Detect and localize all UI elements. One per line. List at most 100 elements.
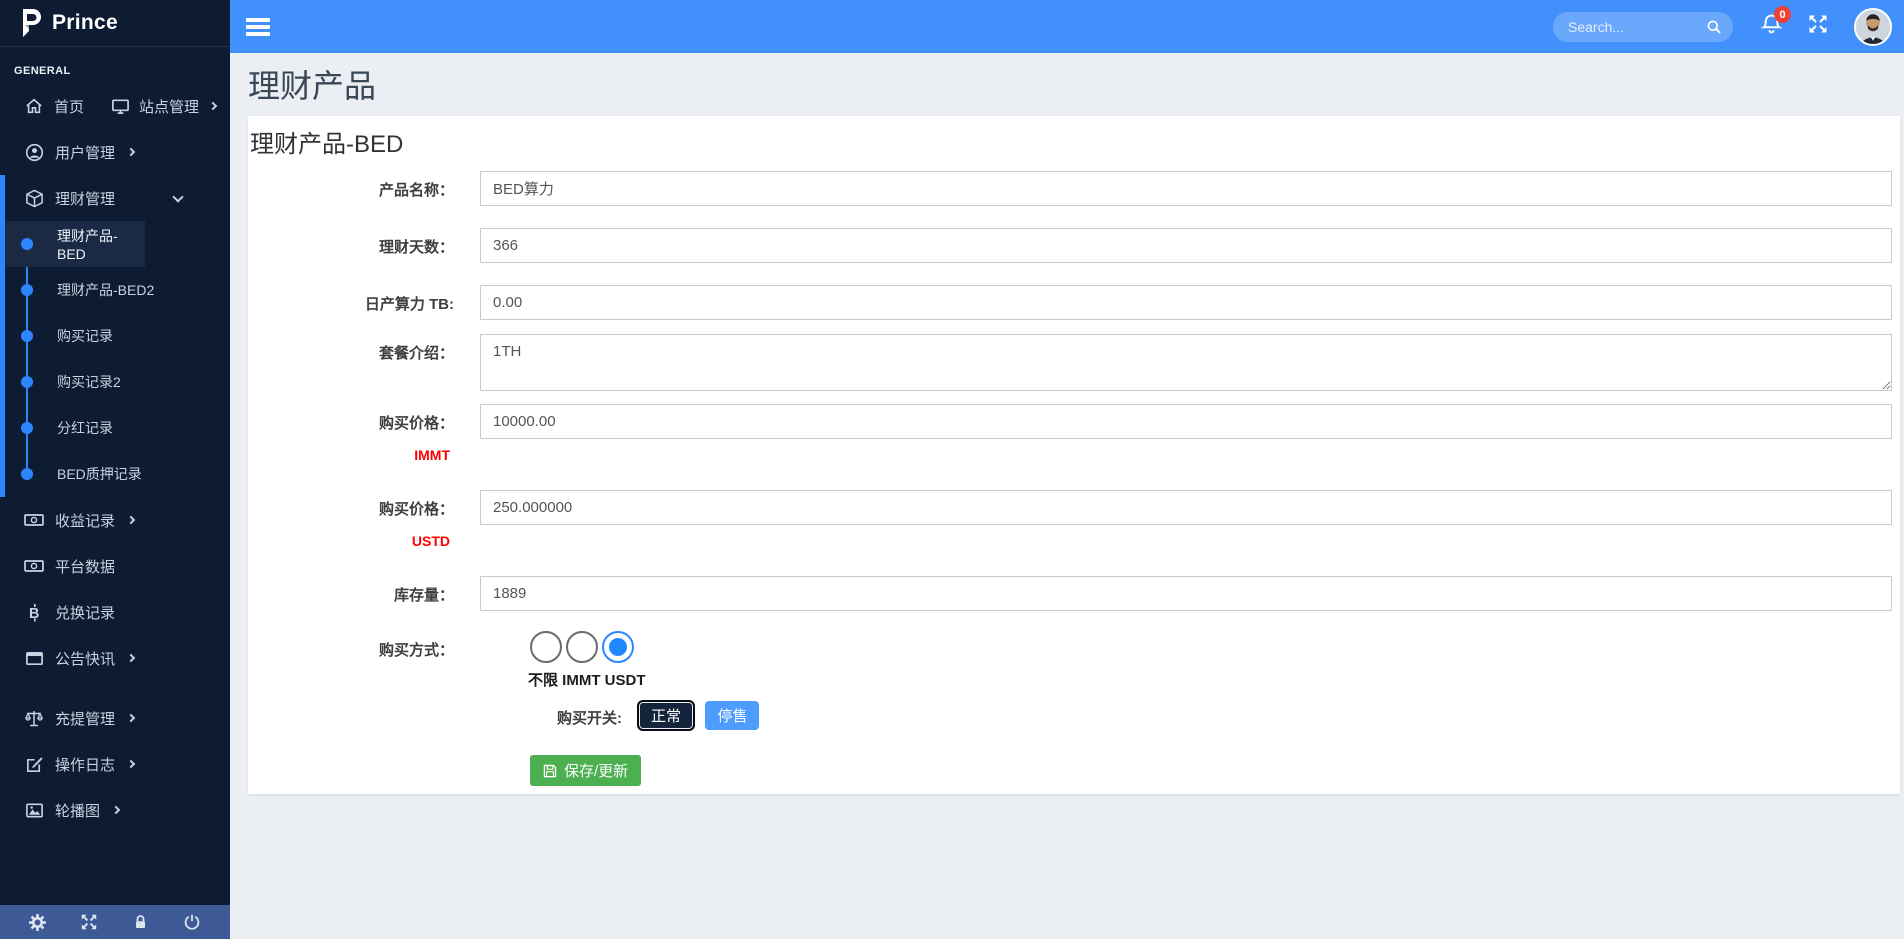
finance-days-input[interactable] bbox=[480, 228, 1892, 263]
stock-input[interactable] bbox=[480, 576, 1892, 611]
radio-caption: 不限 IMMT USDT bbox=[528, 669, 1892, 690]
submenu-item-purchase-records[interactable]: 购买记录 bbox=[5, 313, 230, 359]
radio-immt[interactable] bbox=[566, 631, 598, 663]
chevron-right-icon bbox=[127, 714, 135, 722]
hamburger-icon[interactable] bbox=[246, 18, 270, 36]
submenu-item-purchase-records2[interactable]: 购买记录2 bbox=[5, 359, 230, 405]
monitor-icon bbox=[110, 96, 130, 116]
chevron-right-icon bbox=[112, 806, 120, 814]
submenu-item-licai-product-bed2[interactable]: 理财产品-BED2 bbox=[5, 267, 230, 313]
price-ustd-input[interactable] bbox=[480, 490, 1892, 525]
chevron-down-icon bbox=[172, 191, 183, 202]
sidebar-item-label: 理财管理 bbox=[55, 188, 115, 209]
form-row-product-name: 产品名称： bbox=[248, 171, 1892, 206]
chevron-right-icon bbox=[127, 760, 135, 768]
avatar[interactable] bbox=[1854, 8, 1892, 46]
sidebar-item-label: 收益记录 bbox=[55, 510, 115, 531]
scales-icon bbox=[24, 708, 44, 728]
power-icon[interactable] bbox=[181, 911, 203, 933]
field-label: 日产算力 TB: bbox=[365, 296, 454, 313]
form-row-purchase-switch: 购买开关: 正常 停售 bbox=[248, 700, 1892, 731]
submenu-item-licai-product-bed[interactable]: 理财产品-BED bbox=[5, 221, 145, 267]
price-immt-input[interactable] bbox=[480, 404, 1892, 439]
sidebar-item-user-management[interactable]: 用户管理 bbox=[0, 129, 230, 175]
sidebar-group-finance-management: 理财管理 理财产品-BED 理财产品-BED2 购买记录 购 bbox=[0, 175, 230, 497]
sidebar-item-label: 操作日志 bbox=[55, 754, 115, 775]
brand-logo[interactable]: Prince bbox=[0, 0, 230, 47]
search-icon[interactable] bbox=[1706, 19, 1722, 40]
save-update-button[interactable]: 保存/更新 bbox=[530, 755, 641, 786]
edit-icon bbox=[24, 754, 44, 774]
home-icon bbox=[24, 96, 44, 116]
settings-icon[interactable] bbox=[27, 911, 49, 933]
daily-hashrate-input[interactable] bbox=[480, 285, 1892, 320]
sidebar-item-label: 平台数据 bbox=[55, 556, 115, 577]
bullet-dot-icon bbox=[21, 376, 33, 388]
package-intro-textarea[interactable]: 1TH bbox=[480, 334, 1892, 391]
sidebar-item-home[interactable]: 首页 bbox=[0, 83, 86, 129]
field-label: 产品名称： bbox=[379, 182, 454, 199]
form-row-stock: 库存量： bbox=[248, 576, 1892, 611]
product-card: 理财产品-BED 产品名称： 理财天数： 日产算力 TB: 套餐介绍： 1TH … bbox=[248, 116, 1900, 794]
switch-stop-sale-button[interactable]: 停售 bbox=[705, 701, 759, 730]
field-label: 购买价格： bbox=[379, 415, 454, 432]
bitcoin-icon: B bbox=[24, 602, 44, 622]
sidebar-section-label: GENERAL bbox=[0, 47, 230, 83]
field-sublabel-immt: IMMT bbox=[248, 447, 454, 463]
menu-spacer bbox=[0, 681, 230, 695]
product-name-input[interactable] bbox=[480, 171, 1892, 206]
field-label: 购买方式： bbox=[379, 642, 454, 659]
submenu-item-bed-pledge-records[interactable]: BED质押记录 bbox=[5, 451, 230, 497]
banknote-icon bbox=[24, 510, 44, 530]
sidebar-item-platform-data[interactable]: 平台数据 bbox=[0, 543, 230, 589]
chevron-right-icon bbox=[127, 654, 135, 662]
field-label: 购买开关: bbox=[557, 710, 622, 727]
user-icon bbox=[24, 142, 44, 162]
sidebar-item-label: 充提管理 bbox=[55, 708, 115, 729]
main-content: 理财产品 理财产品-BED 产品名称： 理财天数： 日产算力 TB: 套餐介绍：… bbox=[230, 53, 1904, 939]
radio-unlimited[interactable] bbox=[530, 631, 562, 663]
submenu-item-label: 理财产品-BED bbox=[57, 226, 145, 262]
bullet-dot-icon bbox=[21, 468, 33, 480]
fullscreen-button[interactable] bbox=[1808, 14, 1828, 39]
submenu-item-dividend-records[interactable]: 分红记录 bbox=[5, 405, 230, 451]
submenu-item-label: 购买记录2 bbox=[57, 372, 121, 392]
sidebar-item-label: 用户管理 bbox=[55, 142, 115, 163]
page-title: 理财产品 bbox=[248, 66, 1904, 106]
sidebar-item-announcements[interactable]: 公告快讯 bbox=[0, 635, 230, 681]
form-row-save: 保存/更新 bbox=[248, 755, 1892, 786]
lock-icon[interactable] bbox=[130, 911, 152, 933]
switch-normal-button[interactable]: 正常 bbox=[637, 700, 695, 731]
chevron-right-icon bbox=[209, 102, 217, 110]
field-label: 购买价格： bbox=[379, 501, 454, 518]
radio-usdt[interactable] bbox=[602, 631, 634, 663]
form-row-price-ustd: 购买价格： USTD bbox=[248, 490, 1892, 549]
sidebar-item-operation-logs[interactable]: 操作日志 bbox=[0, 741, 230, 787]
bullet-dot-icon bbox=[21, 330, 33, 342]
topbar: 0 bbox=[230, 0, 1904, 53]
sidebar-item-label: 站点管理 bbox=[139, 96, 199, 117]
brand-name: Prince bbox=[52, 11, 118, 35]
notification-badge: 0 bbox=[1774, 6, 1791, 23]
fullscreen-icon bbox=[1808, 14, 1828, 34]
finance-submenu: 理财产品-BED 理财产品-BED2 购买记录 购买记录2 分红记录 bbox=[5, 221, 230, 497]
fullscreen-icon[interactable] bbox=[78, 911, 100, 933]
sidebar-item-label: 轮播图 bbox=[55, 800, 100, 821]
image-icon bbox=[24, 800, 44, 820]
sidebar-item-finance-management[interactable]: 理财管理 bbox=[5, 175, 230, 221]
notifications-button[interactable]: 0 bbox=[1761, 13, 1782, 40]
field-label: 库存量： bbox=[394, 587, 454, 604]
form-row-purchase-method: 购买方式： 不限 IMMT USDT bbox=[248, 631, 1892, 690]
banknote-icon bbox=[24, 556, 44, 576]
save-icon bbox=[543, 764, 557, 778]
chevron-right-icon bbox=[127, 516, 135, 524]
submenu-item-label: BED质押记录 bbox=[57, 464, 142, 484]
sidebar-item-carousel[interactable]: 轮播图 bbox=[0, 787, 230, 833]
topbar-search bbox=[1553, 12, 1733, 42]
sidebar-item-income-records[interactable]: 收益记录 bbox=[0, 497, 230, 543]
form-row-package-intro: 套餐介绍： 1TH bbox=[248, 334, 1892, 391]
form-row-daily-hashrate: 日产算力 TB: bbox=[248, 285, 1892, 320]
sidebar-item-site-management[interactable]: 站点管理 bbox=[86, 83, 230, 129]
sidebar-item-exchange-records[interactable]: B 兑换记录 bbox=[0, 589, 230, 635]
sidebar-item-recharge-withdraw[interactable]: 充提管理 bbox=[0, 695, 230, 741]
